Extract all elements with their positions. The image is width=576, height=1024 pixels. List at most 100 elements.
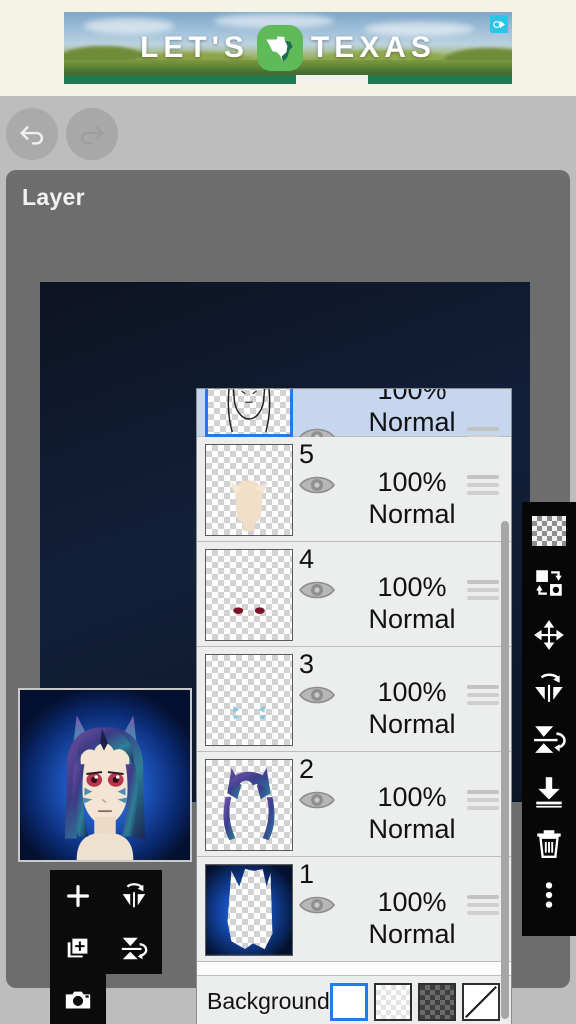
layer-thumb-background-blue: [206, 865, 292, 955]
layer-row[interactable]: 5 100% Normal: [197, 437, 511, 542]
layer-thumb-skin: [229, 480, 269, 532]
layer-number: 3: [299, 649, 315, 679]
background-swatch-dark-checker[interactable]: [417, 982, 456, 1021]
background-swatch-diagonal[interactable]: [461, 982, 500, 1021]
layer-opacity: 100%: [377, 887, 447, 917]
move-button[interactable]: [530, 616, 568, 654]
advertisement-area: LET'S TEXAS: [0, 0, 576, 96]
layer-visibility-toggle[interactable]: [297, 891, 337, 919]
layer-thumbnail[interactable]: [205, 444, 293, 536]
layer-blend-mode: Normal: [368, 919, 456, 949]
layer-drag-handle[interactable]: [467, 790, 499, 810]
layer-visibility-toggle[interactable]: [297, 786, 337, 814]
camera-import-icon: [65, 991, 91, 1009]
swap-layers-button[interactable]: [530, 564, 568, 602]
layer-thumb-eyes: [233, 607, 265, 614]
flip-vertical-icon: [534, 726, 566, 753]
undo-button[interactable]: [6, 108, 58, 160]
layer-opacity: 100%: [377, 677, 447, 707]
layer-thumb-marks: [232, 705, 266, 720]
layer-thumbnail[interactable]: [205, 389, 293, 437]
layer-number: 5: [299, 439, 315, 469]
flip-vertical-button[interactable]: [530, 720, 568, 758]
layer-list-scrollbar[interactable]: [501, 521, 509, 1019]
layer-dialog: Layer 100% Normal 5 100% Normal 4 100% N…: [6, 170, 576, 1024]
ad-banner[interactable]: LET'S TEXAS: [64, 12, 512, 84]
layer-opacity: 100%: [377, 572, 447, 602]
left-tool-cluster: [50, 870, 162, 1024]
background-swatch-white[interactable]: [329, 982, 368, 1021]
artwork-preview[interactable]: [18, 688, 192, 862]
layer-opacity: 100%: [377, 467, 447, 497]
add-layer-button[interactable]: [50, 870, 106, 922]
layer-list[interactable]: 100% Normal 5 100% Normal 4 100% Normal …: [196, 388, 512, 1024]
layer-blend-mode: Normal: [368, 499, 456, 529]
more-options-button[interactable]: [530, 876, 568, 914]
duplicate-layer-button[interactable]: [50, 922, 106, 974]
texas-state-blob-icon: [256, 25, 303, 71]
layer-row[interactable]: 4 100% Normal: [197, 542, 511, 647]
layer-thumbnail[interactable]: [205, 759, 293, 851]
camera-import-button[interactable]: [50, 974, 106, 1024]
ad-headline: LET'S TEXAS: [64, 12, 512, 84]
app-shell: Layer 100% Normal 5 100% Normal 4 100% N…: [0, 96, 576, 1024]
eye-icon: [299, 791, 335, 809]
transparency-button[interactable]: [530, 512, 568, 550]
eye-icon: [299, 896, 335, 914]
layer-row[interactable]: 100% Normal: [197, 388, 511, 447]
layer-opacity: 100%: [377, 388, 447, 405]
background-swatches: [329, 982, 500, 1021]
layer-visibility-toggle[interactable]: [297, 681, 337, 709]
background-label: Background: [207, 988, 330, 1014]
layer-blend-mode: Normal: [368, 407, 456, 437]
trash-icon: [537, 830, 561, 858]
background-row: Background: [197, 975, 511, 1024]
delete-layer-button[interactable]: [530, 824, 568, 862]
eye-icon: [299, 581, 335, 599]
eye-icon: [299, 476, 335, 494]
layer-thumb-lineart: [227, 389, 271, 433]
layer-drag-handle[interactable]: [467, 475, 499, 495]
character-artwork: [20, 690, 190, 860]
redo-arrow-icon: [81, 126, 104, 145]
layer-number: 2: [299, 754, 315, 784]
flip-vertical-button[interactable]: [106, 922, 162, 974]
background-swatch-light-checker[interactable]: [373, 982, 412, 1021]
flip-horizontal-button[interactable]: [530, 668, 568, 706]
layer-visibility-toggle[interactable]: [297, 471, 337, 499]
layer-thumbnail[interactable]: [205, 864, 293, 956]
flip-horizontal-icon: [122, 883, 146, 908]
layer-drag-handle[interactable]: [467, 685, 499, 705]
merge-down-icon: [536, 777, 562, 808]
undo-arrow-icon: [20, 126, 43, 145]
layer-number: 1: [299, 859, 315, 889]
layer-drag-handle[interactable]: [467, 895, 499, 915]
layer-row[interactable]: 2 100% Normal: [197, 752, 511, 857]
adchoices-icon[interactable]: [490, 15, 508, 33]
duplicate-layer-icon: [67, 936, 90, 958]
add-layer-plus-icon: [67, 885, 89, 907]
swap-layers-icon: [536, 570, 562, 596]
layer-thumbnail[interactable]: [205, 549, 293, 641]
merge-down-button[interactable]: [530, 772, 568, 810]
layer-drag-handle[interactable]: [467, 580, 499, 600]
move-icon: [534, 620, 564, 650]
ad-text-left: LET'S: [140, 31, 249, 64]
layer-blend-mode: Normal: [368, 814, 456, 844]
eye-icon: [299, 686, 335, 704]
flip-horizontal-icon: [535, 673, 563, 702]
layer-thumb-hair: [223, 767, 275, 841]
flip-vertical-icon: [121, 937, 148, 960]
layer-number: 4: [299, 544, 315, 574]
layer-blend-mode: Normal: [368, 709, 456, 739]
layer-opacity: 100%: [377, 782, 447, 812]
redo-button[interactable]: [66, 108, 118, 160]
flip-horizontal-button[interactable]: [106, 870, 162, 922]
more-options-icon: [545, 882, 553, 908]
layer-row[interactable]: 3 100% Normal: [197, 647, 511, 752]
layer-row[interactable]: 1 100% Normal: [197, 857, 511, 962]
checker-light-fill: [375, 984, 410, 1019]
layer-visibility-toggle[interactable]: [297, 576, 337, 604]
page-title: Layer: [22, 184, 85, 210]
layer-thumbnail[interactable]: [205, 654, 293, 746]
